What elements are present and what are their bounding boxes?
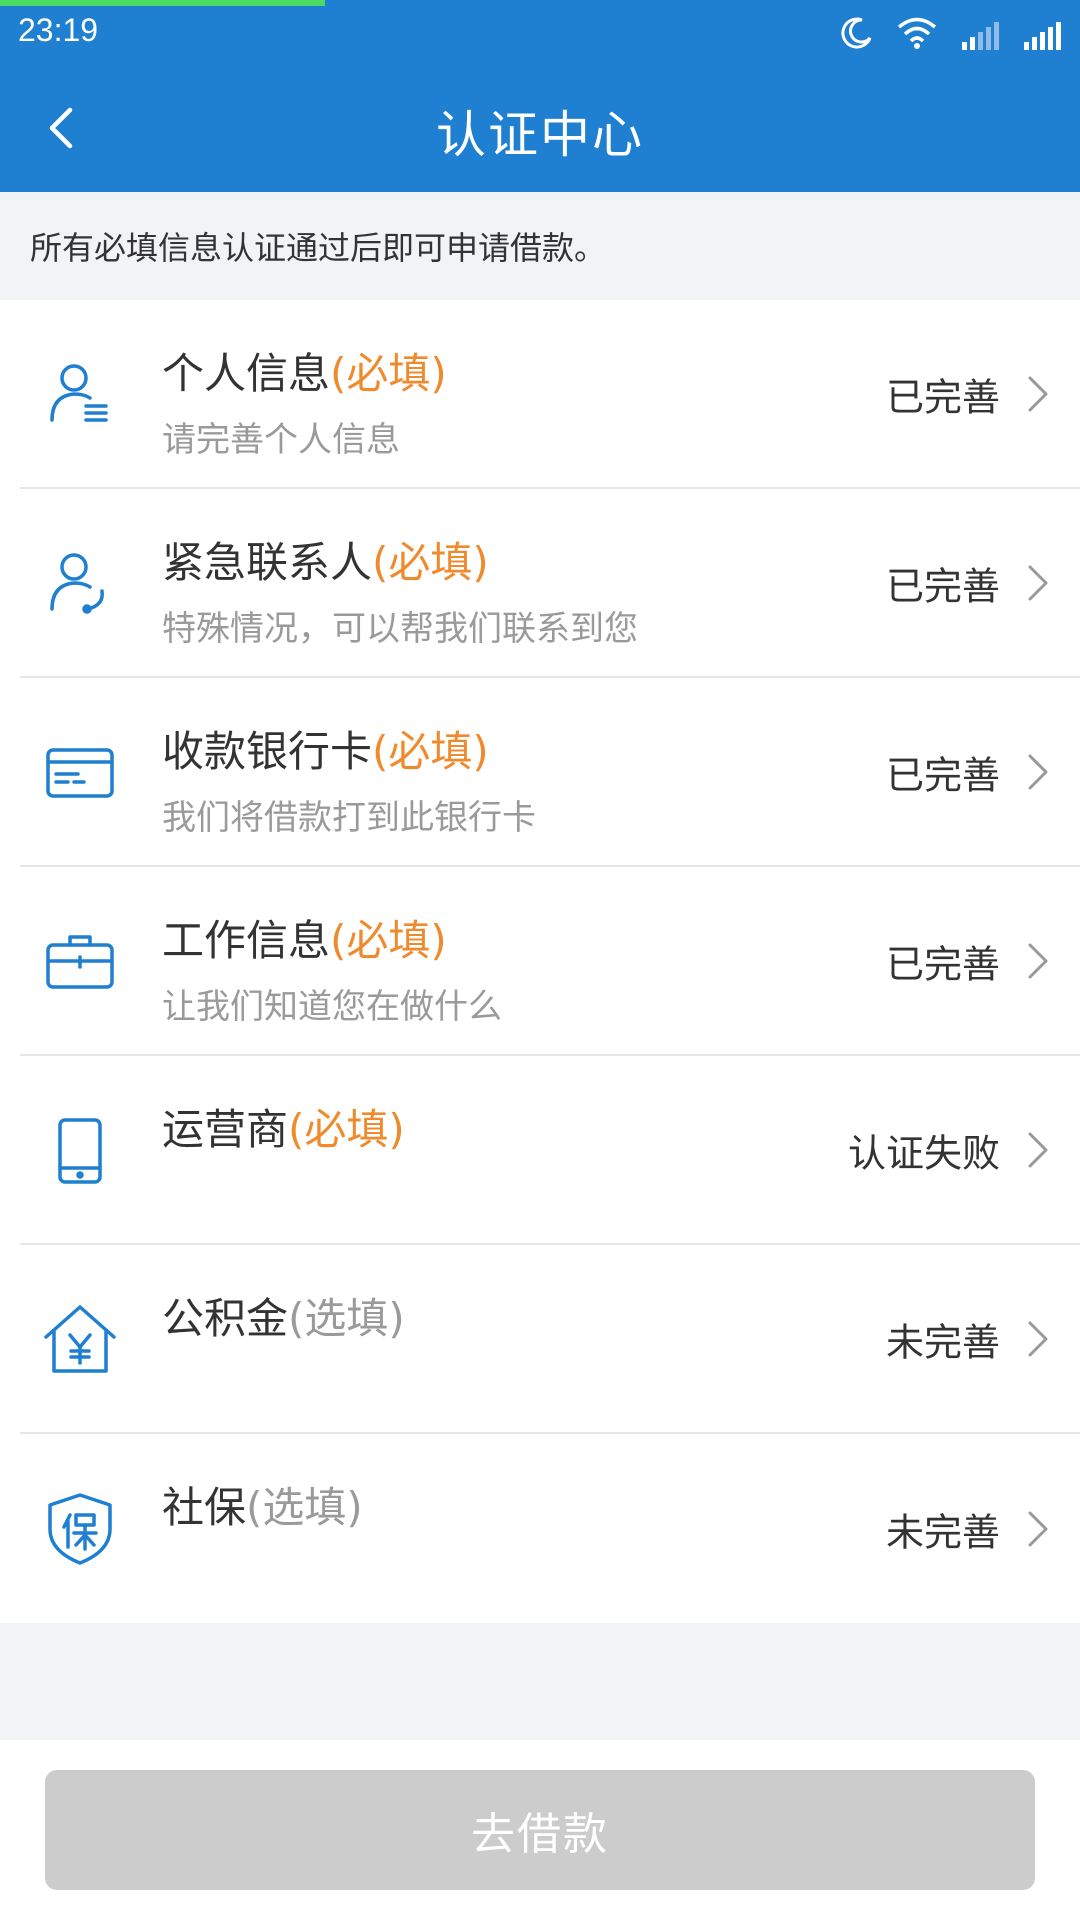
chevron-right-icon <box>1022 369 1054 419</box>
list-item-social-security[interactable]: 社保(选填) 未完善 <box>20 1434 1080 1623</box>
item-title: 社保(选填) <box>162 1483 363 1532</box>
item-subtitle: 特殊情况，可以帮我们联系到您 <box>162 609 638 649</box>
status-time: 23:19 <box>18 12 99 48</box>
contact-phone-icon <box>40 543 120 623</box>
house-yuan-icon <box>40 1299 120 1379</box>
notice-text: 所有必填信息认证通过后即可申请借款。 <box>0 192 1080 300</box>
status-icons <box>840 16 1062 50</box>
wifi-icon <box>897 17 937 49</box>
item-status: 已完善 <box>885 942 1000 986</box>
moon-icon <box>841 17 872 49</box>
loading-progress-bar <box>0 0 325 6</box>
list-item-personal-info[interactable]: 个人信息(必填) 请完善个人信息 已完善 <box>20 300 1080 489</box>
briefcase-icon <box>40 921 120 1001</box>
list-item-carrier[interactable]: 运营商(必填) 认证失败 <box>20 1056 1080 1245</box>
item-subtitle: 我们将借款打到此银行卡 <box>162 798 536 838</box>
chevron-right-icon <box>1022 1125 1054 1175</box>
item-status: 已完善 <box>885 375 1000 419</box>
item-title: 收款银行卡(必填) <box>162 727 489 776</box>
list-item-bank-card[interactable]: 收款银行卡(必填) 我们将借款打到此银行卡 已完善 <box>20 678 1080 867</box>
item-subtitle: 请完善个人信息 <box>162 420 400 460</box>
item-title: 紧急联系人(必填) <box>162 538 489 587</box>
list-item-housing-fund[interactable]: 公积金(选填) 未完善 <box>20 1245 1080 1434</box>
phone-icon <box>40 1110 120 1190</box>
app-header: 23:19 认证中心 <box>0 0 1080 192</box>
footer-area: 去借款 <box>0 1740 1080 1920</box>
signal-weak-icon <box>962 22 999 50</box>
list-item-emergency-contact[interactable]: 紧急联系人(必填) 特殊情况，可以帮我们联系到您 已完善 <box>20 489 1080 678</box>
item-status: 认证失败 <box>847 1131 1000 1175</box>
shield-bao-icon <box>40 1489 120 1569</box>
person-list-icon <box>40 354 120 434</box>
item-status: 已完善 <box>885 564 1000 608</box>
item-title: 运营商(必填) <box>162 1105 405 1154</box>
chevron-right-icon <box>1022 558 1054 608</box>
item-status: 未完善 <box>885 1510 1000 1554</box>
page-title: 认证中心 <box>436 106 644 164</box>
borrow-button[interactable]: 去借款 <box>45 1770 1035 1890</box>
chevron-right-icon <box>1022 1504 1054 1554</box>
signal-strong-icon <box>1024 22 1061 50</box>
certification-list: 个人信息(必填) 请完善个人信息 已完善 紧急联系人(必填) 特殊情况，可以帮我… <box>0 300 1080 1623</box>
chevron-right-icon <box>1022 1314 1054 1364</box>
item-subtitle: 让我们知道您在做什么 <box>162 987 502 1027</box>
item-status: 已完善 <box>885 753 1000 797</box>
item-title: 工作信息(必填) <box>162 916 447 965</box>
bank-card-icon <box>40 732 120 812</box>
chevron-right-icon <box>1022 747 1054 797</box>
item-title: 公积金(选填) <box>162 1294 405 1343</box>
chevron-right-icon <box>1022 936 1054 986</box>
item-status: 未完善 <box>885 1320 1000 1364</box>
list-item-work-info[interactable]: 工作信息(必填) 让我们知道您在做什么 已完善 <box>20 867 1080 1056</box>
item-title: 个人信息(必填) <box>162 349 447 398</box>
